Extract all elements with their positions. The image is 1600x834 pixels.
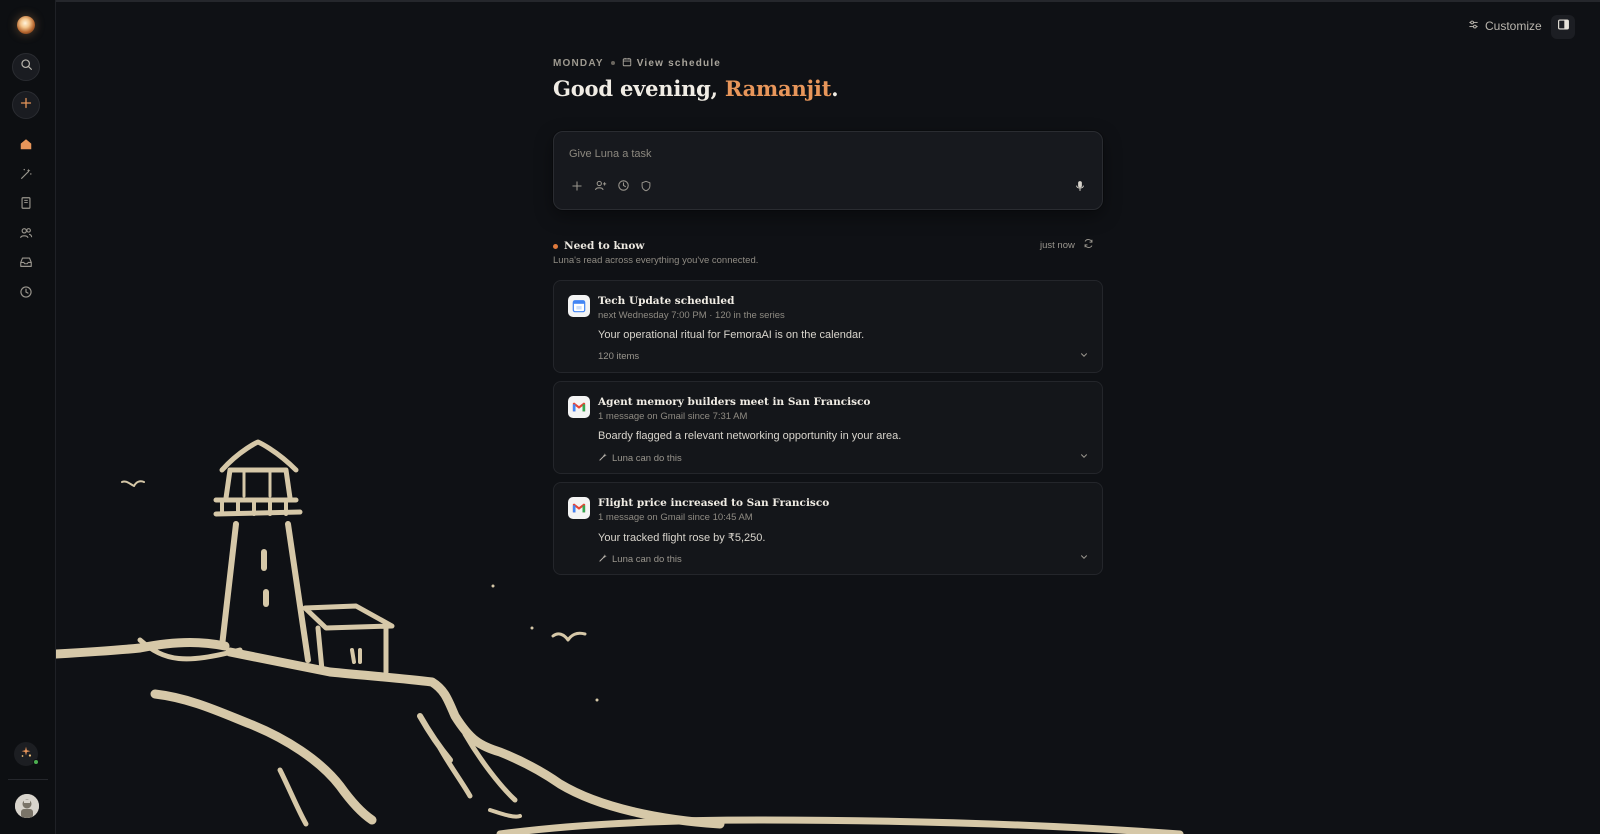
dot-separator	[610, 61, 615, 65]
customize-label: Customize	[1485, 19, 1542, 33]
card-meta: 1 message on Gmail since 7:31 AM	[598, 411, 748, 422]
user-avatar[interactable]	[15, 794, 39, 818]
schedule-button[interactable]	[615, 180, 631, 196]
card-title: Flight price increased to San Francisco	[598, 497, 830, 509]
greeting-prefix: Good evening,	[553, 76, 725, 101]
need-to-know-title: Need to know	[564, 240, 645, 252]
chevron-down-icon	[1079, 448, 1089, 466]
refresh-icon	[1083, 239, 1094, 252]
sparkle-icon	[598, 553, 608, 566]
customize-button[interactable]: Customize	[1468, 17, 1542, 35]
sidebar	[0, 0, 56, 834]
greeting-user-name: Ramanjit	[724, 76, 832, 101]
need-to-know-updated: just now	[1040, 238, 1094, 252]
view-schedule-link[interactable]: View schedule	[622, 57, 721, 70]
greeting-suffix: .	[831, 76, 839, 101]
clock-icon	[19, 285, 33, 304]
assign-person-button[interactable]	[592, 180, 608, 196]
card-body: Your operational ritual for FemoraAI is …	[598, 329, 865, 341]
shield-icon	[640, 179, 652, 197]
search-button[interactable]	[12, 53, 40, 81]
luna-logo[interactable]	[17, 16, 35, 34]
add-attachment-button[interactable]	[569, 180, 585, 196]
agent-status-badge[interactable]	[14, 742, 39, 766]
sidebar-item-skills[interactable]	[18, 168, 34, 184]
search-icon	[20, 58, 33, 76]
insight-card[interactable]: Flight price increased to San Francisco …	[553, 482, 1103, 575]
sidebar-item-history[interactable]	[18, 285, 34, 304]
sidebar-item-inbox[interactable]	[18, 256, 34, 272]
google-calendar-icon	[568, 295, 590, 317]
expand-card-button[interactable]	[1078, 552, 1090, 564]
card-meta: next Wednesday 7:00 PM · 120 in the seri…	[598, 310, 785, 321]
card-footer-label: Luna can do this	[612, 554, 682, 565]
card-title: Tech Update scheduled	[598, 295, 735, 307]
new-task-button[interactable]	[12, 91, 40, 119]
toggle-side-panel-button[interactable]	[1551, 15, 1575, 39]
card-meta: 1 message on Gmail since 10:45 AM	[598, 512, 753, 523]
sidebar-item-home[interactable]	[18, 138, 34, 154]
card-title: Agent memory builders meet in San Franci…	[598, 396, 871, 408]
day-line: MONDAY View schedule	[553, 56, 721, 70]
refresh-button[interactable]	[1083, 238, 1094, 252]
calendar-icon	[622, 57, 632, 70]
view-schedule-label: View schedule	[636, 57, 722, 69]
expand-card-button[interactable]	[1078, 451, 1090, 463]
gmail-icon	[568, 497, 590, 519]
inbox-icon	[19, 255, 33, 274]
permissions-button[interactable]	[638, 180, 654, 196]
day-label: MONDAY	[553, 57, 604, 69]
need-to-know-subtitle: Luna's read across everything you've con…	[553, 255, 759, 266]
card-body: Boardy flagged a relevant networking opp…	[598, 430, 902, 442]
card-footer[interactable]: Luna can do this	[598, 553, 682, 566]
card-footer[interactable]: Luna can do this	[598, 452, 682, 465]
task-input[interactable]	[569, 145, 1069, 163]
online-status-dot	[33, 759, 39, 765]
voice-input-button[interactable]	[1072, 180, 1088, 196]
home-icon	[19, 137, 33, 156]
book-icon	[19, 196, 33, 215]
sliders-icon	[1468, 19, 1479, 33]
updated-time: just now	[1040, 239, 1075, 251]
people-icon	[19, 226, 33, 245]
section-dot	[553, 243, 558, 249]
card-footer: 120 items	[598, 351, 639, 362]
plus-icon	[571, 179, 583, 197]
side-panel-icon	[1557, 18, 1570, 36]
card-body: Your tracked flight rose by ₹5,250.	[598, 532, 766, 544]
task-composer	[553, 131, 1103, 210]
magic-wand-icon	[19, 167, 33, 186]
sidebar-divider	[8, 779, 48, 780]
chevron-down-icon	[1079, 347, 1089, 365]
insight-card[interactable]: Tech Update scheduled next Wednesday 7:0…	[553, 280, 1103, 373]
greeting-heading: Good evening, Ramanjit.	[553, 76, 839, 101]
top-hairline	[0, 0, 1600, 2]
insight-card[interactable]: Agent memory builders meet in San Franci…	[553, 381, 1103, 474]
expand-card-button[interactable]	[1078, 350, 1090, 362]
microphone-icon	[1074, 179, 1086, 197]
plus-icon	[20, 96, 32, 114]
clock-icon	[617, 179, 630, 197]
chevron-down-icon	[1079, 549, 1089, 567]
add-user-icon	[594, 179, 607, 197]
card-footer-label: 120 items	[598, 351, 640, 362]
composer-toolbar	[569, 180, 654, 196]
card-footer-label: Luna can do this	[612, 453, 682, 464]
gmail-icon	[568, 396, 590, 418]
sidebar-item-people[interactable]	[18, 227, 34, 243]
sparkle-icon	[598, 452, 608, 465]
need-to-know-heading: Need to know	[553, 240, 644, 252]
sparkle-agent-icon	[19, 745, 33, 764]
sidebar-item-library[interactable]	[18, 196, 34, 215]
